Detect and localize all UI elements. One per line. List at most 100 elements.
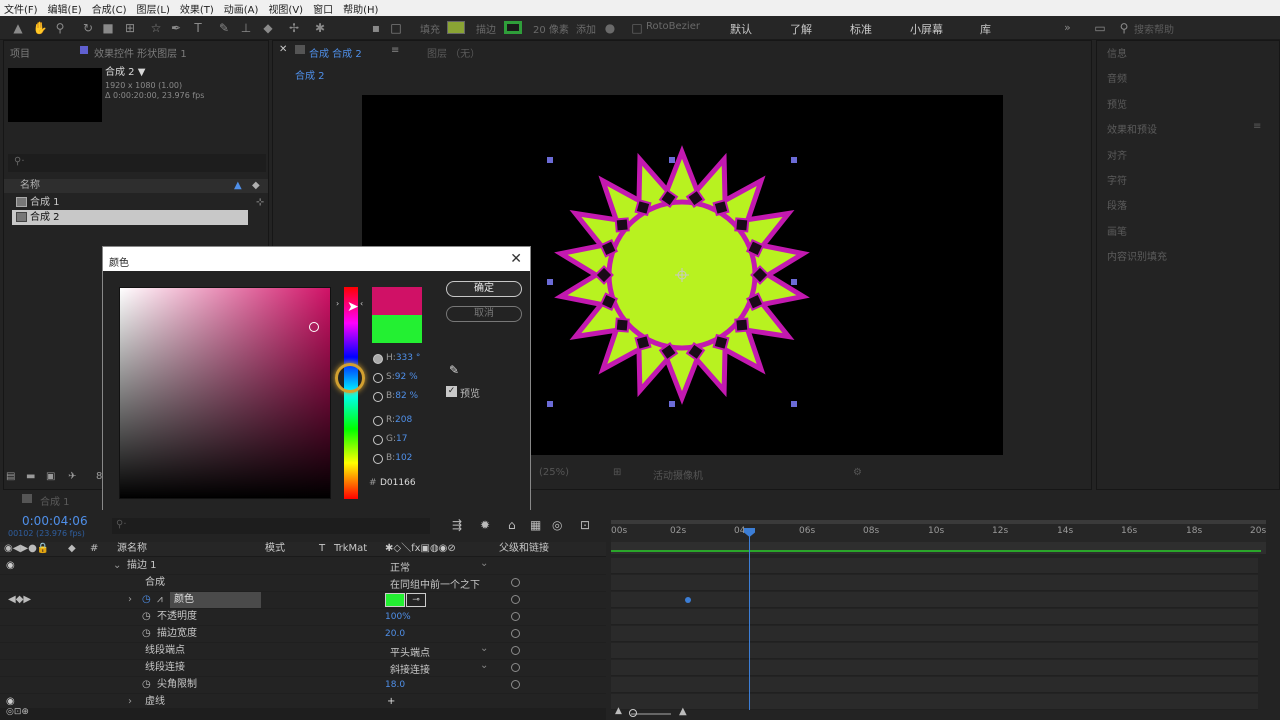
property-row-opacity[interactable]: ◷ 不透明度 100% xyxy=(0,609,606,626)
stopwatch-icon[interactable]: ◷ xyxy=(142,592,151,608)
timeline-track[interactable] xyxy=(611,609,1258,625)
keyframe-marker[interactable] xyxy=(685,597,691,603)
interpret-footage-icon[interactable]: ▤ xyxy=(6,469,15,485)
timeline-track[interactable] xyxy=(611,626,1258,642)
stroke-width-value[interactable]: 20.0 xyxy=(385,626,405,642)
expression-pickwhip-icon[interactable] xyxy=(511,663,520,672)
selection-tool-icon[interactable]: ▲ xyxy=(10,20,26,36)
flowchart-icon[interactable]: ⊹ xyxy=(256,195,264,211)
menu-composition[interactable]: 合成(C) xyxy=(92,1,127,16)
green-field[interactable]: G:17 xyxy=(386,434,407,444)
snap-option-icon[interactable]: □ xyxy=(388,20,404,36)
camera-tool-icon[interactable]: ■ xyxy=(100,20,116,36)
red-radio[interactable] xyxy=(373,416,383,426)
brightness-value[interactable]: 82 % xyxy=(395,391,418,401)
keyframe-navigator[interactable]: ◀◆▶ xyxy=(8,592,31,608)
property-name[interactable]: 描边 1 xyxy=(127,558,157,574)
new-comp-icon[interactable]: ▣ xyxy=(46,469,55,485)
clone-stamp-icon[interactable]: ⊥ xyxy=(238,20,254,36)
zoom-in-icon[interactable]: ▲ xyxy=(679,706,687,717)
draft-3d-icon[interactable]: ✹ xyxy=(480,518,490,532)
column-t[interactable]: T xyxy=(319,541,325,557)
menu-file[interactable]: 文件(F) xyxy=(4,1,38,16)
saturation-radio[interactable] xyxy=(373,373,383,383)
add-dropdown-icon[interactable]: ● xyxy=(602,20,618,36)
eyedropper-icon[interactable]: ⊸ xyxy=(406,593,426,607)
line-cap-dropdown[interactable]: 平头端点 xyxy=(390,644,430,659)
panel-content-aware-fill[interactable]: 内容识别填充 xyxy=(1107,248,1167,263)
hue-value[interactable]: 333 ° xyxy=(396,353,421,363)
stroke-swatch[interactable] xyxy=(504,21,522,34)
workspace-learn[interactable]: 了解 xyxy=(790,21,812,37)
graph-editor-icon[interactable]: ⊡ xyxy=(580,518,590,532)
workspace-libraries[interactable]: 库 xyxy=(980,21,991,37)
playhead-line[interactable] xyxy=(749,530,750,710)
render-settings-icon[interactable]: ⚙ xyxy=(853,467,862,478)
hue-radio[interactable] xyxy=(373,354,383,364)
timeline-track[interactable] xyxy=(611,643,1258,659)
add-label[interactable]: 添加 xyxy=(576,21,596,36)
render-queue-icon[interactable]: ✈ xyxy=(68,469,76,485)
new-folder-icon[interactable]: ▬ xyxy=(26,469,35,485)
close-tab-icon[interactable]: ✕ xyxy=(279,44,287,55)
work-area-bar[interactable] xyxy=(611,520,1266,524)
menu-animation[interactable]: 动画(A) xyxy=(224,1,259,16)
blue-field[interactable]: B:102 xyxy=(386,453,412,463)
project-search-input[interactable]: ⚲· xyxy=(8,154,266,172)
timeline-track[interactable] xyxy=(611,677,1258,693)
graph-icon[interactable]: ⩘ xyxy=(157,592,163,608)
shy-icon[interactable]: ⌂ xyxy=(508,518,516,532)
composite-dropdown[interactable]: 在同组中前一个之下 xyxy=(390,576,480,591)
stopwatch-icon[interactable]: ◷ xyxy=(142,626,151,642)
panel-info[interactable]: 信息 xyxy=(1107,45,1127,60)
stroke-width-value[interactable]: 20 像素 xyxy=(533,21,569,36)
opacity-value[interactable]: 100% xyxy=(385,609,411,625)
green-value[interactable]: 17 xyxy=(396,434,407,444)
av-switch-icons[interactable]: ◉◀▶●🔒 xyxy=(4,541,49,557)
footer-toggle-icons[interactable]: ◎⊡⊕ xyxy=(6,707,29,717)
blue-value[interactable]: 102 xyxy=(395,453,412,463)
menu-edit[interactable]: 编辑(E) xyxy=(48,1,82,16)
switches-column[interactable]: ✱◇＼fx▣◍◉⊘ xyxy=(385,541,456,557)
timeline-track[interactable] xyxy=(611,592,1258,608)
project-item-comp1[interactable]: 合成 1 ⊹ xyxy=(12,195,268,210)
hue-field[interactable]: H:333 ° xyxy=(386,353,420,363)
property-row-line-cap[interactable]: 线段端点 平头端点 ⌄ xyxy=(0,643,606,660)
column-parent-link[interactable]: 父级和链接 xyxy=(499,541,549,557)
red-value[interactable]: 208 xyxy=(395,415,412,425)
timeline-lock-icon[interactable] xyxy=(22,494,32,503)
project-item-comp2[interactable]: 合成 2 xyxy=(12,210,248,225)
zoom-handle[interactable] xyxy=(629,709,637,717)
rotobezier-checkbox[interactable]: □ xyxy=(629,20,645,36)
panel-audio[interactable]: 音频 xyxy=(1107,70,1127,85)
panel-preview[interactable]: 预览 xyxy=(1107,96,1127,111)
frame-blend-icon[interactable]: ▦ xyxy=(530,518,541,532)
pan-behind-tool-icon[interactable]: ⊞ xyxy=(122,20,138,36)
saturation-field[interactable]: S:92 % xyxy=(386,372,418,382)
sort-ascending-icon[interactable]: ▲ xyxy=(234,178,242,194)
brightness-field[interactable]: B:82 % xyxy=(386,391,418,401)
grid-toggle-icon[interactable]: ⊞ xyxy=(613,467,621,478)
workspace-default[interactable]: 默认 xyxy=(730,21,752,37)
hue-slider-arrow-left[interactable]: › xyxy=(336,299,339,308)
pen-tool-icon[interactable]: ✒ xyxy=(168,20,184,36)
tab-layer[interactable]: 图层 （无） xyxy=(427,45,480,60)
property-row-line-join[interactable]: 线段连接 斜接连接 ⌄ xyxy=(0,660,606,677)
miter-limit-value[interactable]: 18.0 xyxy=(385,677,405,693)
panel-align[interactable]: 对齐 xyxy=(1107,147,1127,162)
brightness-radio[interactable] xyxy=(373,392,383,402)
zoom-out-icon[interactable]: ▲ xyxy=(615,706,622,716)
hand-tool-icon[interactable]: ✋ xyxy=(32,20,48,36)
blend-mode-dropdown[interactable]: 正常 xyxy=(390,559,410,574)
comp-dropdown-icon[interactable]: ▼ xyxy=(138,67,146,78)
panel-brushes[interactable]: 画笔 xyxy=(1107,223,1127,238)
column-mode[interactable]: 模式 xyxy=(265,541,285,557)
column-name[interactable]: 名称 xyxy=(20,178,40,194)
menu-help[interactable]: 帮助(H) xyxy=(343,1,378,16)
panel-paragraph[interactable]: 段落 xyxy=(1107,197,1127,212)
label-tag-icon[interactable]: ◆ xyxy=(252,178,260,194)
hue-slider[interactable] xyxy=(344,287,358,499)
lock-icon[interactable] xyxy=(295,45,305,54)
hue-slider-arrow-right[interactable]: ‹ xyxy=(360,299,363,308)
menu-view[interactable]: 视图(V) xyxy=(268,1,303,16)
